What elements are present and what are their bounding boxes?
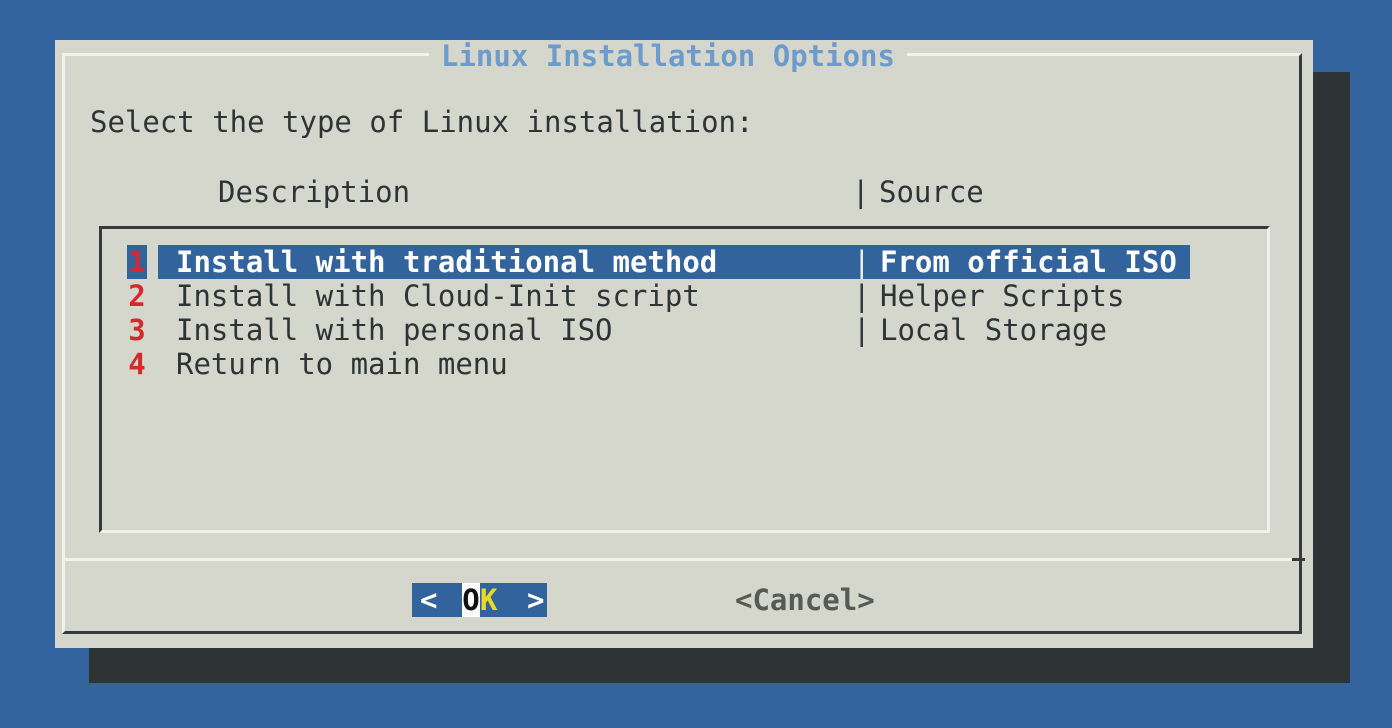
terminal-screen: { "colors": { "screen_bg": "#3464a0", "d… bbox=[0, 0, 1392, 728]
column-header-description: Description bbox=[218, 175, 410, 209]
column-header-row: Description | Source bbox=[55, 175, 1313, 209]
ok-button[interactable]: < O K > bbox=[412, 583, 547, 617]
menu-item-number: 3 bbox=[127, 313, 147, 347]
installation-options-dialog: Linux Installation Options Select the ty… bbox=[55, 40, 1313, 648]
menu-item-cloud-init[interactable]: 2 Install with Cloud-Init script | Helpe… bbox=[102, 279, 1267, 313]
menu-item-number: 2 bbox=[127, 279, 147, 313]
menu-item-description: Install with Cloud-Init script bbox=[176, 279, 700, 313]
menu-item-description: Return to main menu bbox=[176, 347, 508, 381]
terminal-cursor: O bbox=[462, 583, 480, 617]
cancel-button[interactable]: <Cancel> bbox=[735, 583, 875, 617]
ok-right-bracket: > bbox=[527, 583, 544, 617]
column-divider-icon: | bbox=[853, 245, 870, 279]
menu-item-number: 4 bbox=[127, 347, 147, 381]
installation-menu-listbox: 1 Install with traditional method | From… bbox=[99, 226, 1270, 533]
menu-item-number: 1 bbox=[127, 245, 147, 279]
button-separator-line bbox=[62, 558, 1292, 561]
column-divider-icon: | bbox=[852, 175, 869, 209]
menu-item-personal-iso[interactable]: 3 Install with personal ISO | Local Stor… bbox=[102, 313, 1267, 347]
button-separator-line-cap bbox=[1292, 558, 1305, 561]
menu-item-traditional[interactable]: 1 Install with traditional method | From… bbox=[102, 245, 1267, 279]
menu-item-source: Local Storage bbox=[880, 313, 1107, 347]
column-divider-icon: | bbox=[853, 279, 870, 313]
menu-item-source: Helper Scripts bbox=[880, 279, 1124, 313]
menu-item-description: Install with traditional method bbox=[176, 245, 717, 279]
menu-item-source: From official ISO bbox=[880, 245, 1177, 279]
instruction-text: Select the type of Linux installation: bbox=[90, 105, 753, 139]
menu-item-return-main-menu[interactable]: 4 Return to main menu bbox=[102, 347, 1267, 381]
ok-label-rest: K bbox=[480, 583, 497, 617]
column-header-source: Source bbox=[879, 175, 984, 209]
menu-item-description: Install with personal ISO bbox=[176, 313, 613, 347]
dialog-title: Linux Installation Options bbox=[429, 41, 907, 71]
ok-left-bracket: < bbox=[420, 583, 437, 617]
column-divider-icon: | bbox=[853, 313, 870, 347]
